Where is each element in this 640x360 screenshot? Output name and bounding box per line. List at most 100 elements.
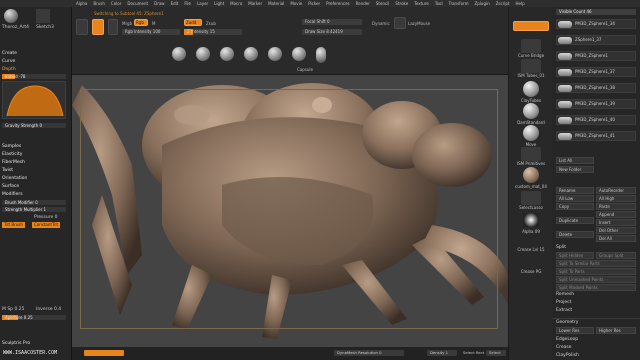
- ism-primitives-icon[interactable]: [521, 147, 541, 161]
- select-lasso-icon[interactable]: [521, 191, 541, 205]
- imbed-slider[interactable]: Imbed -78: [2, 74, 66, 79]
- material-swatch-icon[interactable]: [523, 167, 539, 183]
- m-sp-label[interactable]: M Sp 0.25: [2, 307, 24, 312]
- tool-thumbnail-2[interactable]: [36, 9, 50, 23]
- alpha-swatch-icon[interactable]: [523, 213, 539, 227]
- subtool-item[interactable]: PM3D_ZSphere1_40: [556, 115, 636, 125]
- split-to-similar-button[interactable]: Split To Similar Parts: [556, 260, 636, 267]
- higher-res-button[interactable]: Higher Res: [596, 327, 636, 334]
- damstandard-icon[interactable]: [523, 103, 539, 119]
- paste-button[interactable]: Paste: [596, 203, 636, 210]
- twist-section[interactable]: Twist: [2, 168, 13, 173]
- select-rect-button[interactable]: Select Rect: [460, 350, 484, 356]
- menu-item-document[interactable]: Document: [127, 1, 148, 6]
- brush-capsule-icon[interactable]: [316, 47, 326, 63]
- brush-smooth-icon[interactable]: [172, 47, 186, 61]
- lower-res-button[interactable]: Lower Res: [556, 327, 594, 334]
- subtool-item[interactable]: ZSphere1_37: [556, 35, 636, 45]
- groups-split-button[interactable]: Groups Split: [596, 252, 636, 259]
- strength-multiplier-slider[interactable]: Strength Multiplier 1: [2, 207, 66, 212]
- fibermesh-section[interactable]: FiberMesh: [2, 160, 25, 165]
- claytubes-icon[interactable]: [523, 81, 539, 97]
- subtool-item[interactable]: PM3D_ZSphere1_34: [556, 19, 636, 29]
- brush-move-icon[interactable]: [196, 47, 210, 61]
- subtool-item[interactable]: PM3D_ZSphere1_39: [556, 99, 636, 109]
- menu-item-texture[interactable]: Texture: [414, 1, 429, 6]
- rename-button[interactable]: Rename: [556, 187, 594, 194]
- aperture-slider[interactable]: Aperture 0.25: [2, 315, 66, 320]
- samples-section[interactable]: Samples: [2, 144, 21, 149]
- menu-item-macro[interactable]: Macro: [230, 1, 242, 6]
- menu-item-layer[interactable]: Layer: [197, 1, 208, 6]
- project-section[interactable]: Project: [556, 300, 571, 305]
- list-all-button[interactable]: List All: [556, 157, 594, 164]
- menu-item-stroke[interactable]: Stroke: [395, 1, 408, 6]
- dynamic-toggle[interactable]: Dynamic: [372, 21, 390, 26]
- elasticity-section[interactable]: Elasticity: [2, 152, 22, 157]
- curve-bridge-icon[interactable]: [521, 39, 541, 53]
- sculptris-pro-section[interactable]: Sculptris Pro: [2, 341, 30, 346]
- tilt-brush-toggle[interactable]: Tilt Brush: [2, 222, 25, 228]
- focal-shift-slider[interactable]: Focal Shift 0: [302, 19, 362, 25]
- curve-section[interactable]: Curve: [2, 59, 15, 64]
- extract-section[interactable]: Extract: [556, 308, 572, 313]
- menu-item-picker[interactable]: Picker: [308, 1, 320, 6]
- menu-item-alpha[interactable]: Alpha: [76, 1, 87, 6]
- m-label[interactable]: M: [152, 21, 155, 26]
- depth-section[interactable]: Depth: [2, 67, 16, 72]
- delete-button[interactable]: Delete: [556, 231, 594, 238]
- menu-item-file[interactable]: File: [184, 1, 191, 6]
- orientation-section[interactable]: Orientation: [2, 176, 27, 181]
- menu-item-zscript[interactable]: Zscript: [496, 1, 510, 6]
- subtool-item[interactable]: PM3D_ZSphere1_41: [556, 131, 636, 141]
- split-masked-button[interactable]: Split Masked Points: [556, 284, 636, 291]
- new-folder-button[interactable]: New Folder: [556, 166, 594, 173]
- constant-tilt-toggle[interactable]: ConstantTilt: [32, 222, 61, 228]
- draw-button[interactable]: [92, 19, 104, 35]
- draw-size-slider[interactable]: Draw Size 8.42419: [302, 29, 362, 35]
- all-low-button[interactable]: All Low: [556, 195, 594, 202]
- crease-section[interactable]: Crease: [556, 345, 572, 350]
- menu-item-draw[interactable]: Draw: [154, 1, 164, 6]
- menu-item-preferences[interactable]: Preferences: [326, 1, 350, 6]
- menu-item-stencil[interactable]: Stencil: [376, 1, 390, 6]
- split-to-parts-button[interactable]: Split To Parts: [556, 268, 636, 275]
- brush-modifier-slider[interactable]: Brush Modifier 0: [2, 200, 66, 205]
- menu-item-edit[interactable]: Edit: [171, 1, 179, 6]
- select-lasso-button[interactable]: Select: [486, 350, 506, 356]
- menu-item-render[interactable]: Render: [356, 1, 370, 6]
- modifiers-section[interactable]: Modifiers: [2, 192, 23, 197]
- subtool-item[interactable]: PM3D_ZSphere1_38: [556, 83, 636, 93]
- brush-claybuildup-icon[interactable]: [220, 47, 234, 61]
- gravity-strength-slider[interactable]: Gravity Strength 0: [2, 123, 66, 128]
- remesh-section[interactable]: Remesh: [556, 292, 574, 297]
- crease-level-label[interactable]: Crease Lvl 15: [511, 247, 551, 252]
- tool-thumbnail-1[interactable]: [4, 9, 18, 23]
- dynamesh-resolution-slider[interactable]: DynaMesh Resolution 0: [334, 350, 404, 356]
- append-button[interactable]: Append: [596, 211, 636, 218]
- menu-item-light[interactable]: Light: [214, 1, 224, 6]
- rgb-intensity-slider[interactable]: Rgb Intensity 100: [122, 29, 180, 35]
- menu-item-brush[interactable]: Brush: [93, 1, 105, 6]
- live-boolean-strip-button[interactable]: [513, 21, 549, 31]
- inverse-label[interactable]: Inverse 0.4: [36, 307, 61, 312]
- menu-item-color[interactable]: Color: [111, 1, 121, 6]
- ism-tubes-icon[interactable]: [521, 59, 541, 73]
- menu-item-material[interactable]: Material: [268, 1, 284, 6]
- brush-standard-icon[interactable]: [244, 47, 258, 61]
- move-button[interactable]: [108, 19, 118, 35]
- subtool-item[interactable]: PM3D_ZSphere1_37: [556, 67, 636, 77]
- del-other-button[interactable]: Del Other: [596, 227, 636, 234]
- menu-item-zplugin[interactable]: Zplugin: [475, 1, 490, 6]
- mrgb-label[interactable]: Mrgb: [122, 21, 132, 26]
- menu-item-tool[interactable]: Tool: [435, 1, 443, 6]
- create-section[interactable]: Create: [2, 51, 17, 56]
- split-unmasked-button[interactable]: Split Unmasked Points: [556, 276, 636, 283]
- claypolish-section[interactable]: ClayPolish: [556, 353, 579, 358]
- surface-section[interactable]: Surface: [2, 184, 19, 189]
- sculpt-canvas[interactable]: [72, 75, 508, 347]
- brush-damstandard-icon[interactable]: [268, 47, 282, 61]
- z-intensity-slider[interactable]: Z Intensity 15: [184, 29, 242, 35]
- zsub-label[interactable]: Zsub: [206, 21, 216, 26]
- split-section[interactable]: Split: [556, 245, 566, 250]
